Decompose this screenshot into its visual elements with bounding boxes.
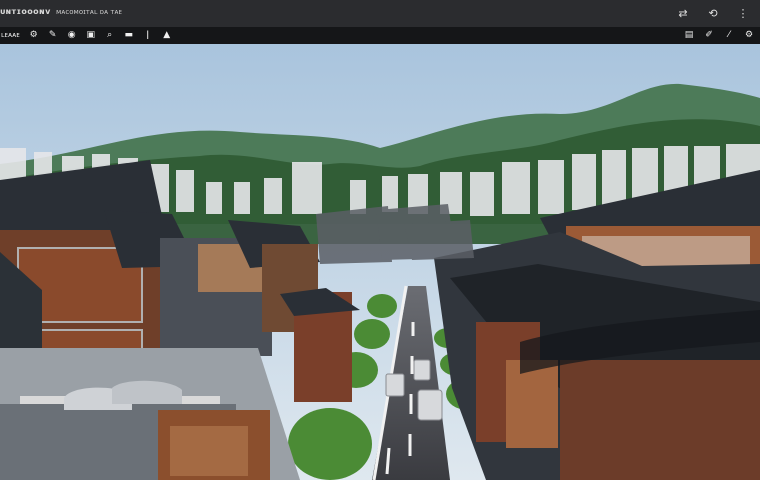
right-tool-group: ▤ ✐ ⁄ ⚙ <box>684 29 754 41</box>
eye-icon[interactable]: ◉ <box>67 29 77 41</box>
title-bar: ᴜɴᴛɪᴏᴏᴏɴᴠ ᴍᴀᴄᴏᴍᴏɪᴛᴀʟ ᴅᴀ ᴛᴀᴇ ⇄ ⟲ ⋮ <box>0 0 760 27</box>
toolbar-label: ʟᴇᴀᴀᴇ <box>1 31 20 39</box>
foreground-roofs <box>0 348 300 480</box>
image-viewport[interactable] <box>0 44 760 480</box>
layer-icon[interactable]: ▬ <box>124 29 134 41</box>
image-icon[interactable]: ▣ <box>86 29 96 41</box>
pipe-icon[interactable]: ǀ <box>143 29 153 41</box>
fit-icon[interactable]: ⟲ <box>706 6 720 20</box>
window-title: ᴜɴᴛɪᴏᴏᴏɴᴠ <box>0 7 51 16</box>
pen-icon[interactable]: ✎ <box>48 29 58 41</box>
left-tool-group: ʟᴇᴀᴀᴇ ⚙ ✎ ◉ ▣ ⌕ ▬ ǀ ▲ <box>0 29 172 41</box>
main-toolbar: ʟᴇᴀᴀᴇ ⚙ ✎ ◉ ▣ ⌕ ▬ ǀ ▲ ▤ ✐ ⁄ ⚙ <box>0 27 760 44</box>
tip-icon[interactable]: ⁄ <box>724 29 734 41</box>
app-window: ᴜɴᴛɪᴏᴏᴏɴᴠ ᴍᴀᴄᴏᴍᴏɪᴛᴀʟ ᴅᴀ ᴛᴀᴇ ⇄ ⟲ ⋮ ʟᴇᴀᴀᴇ … <box>0 0 760 480</box>
triangle-icon[interactable]: ▲ <box>162 29 172 41</box>
grid-icon[interactable]: ▤ <box>684 29 694 41</box>
brush-icon[interactable]: ✐ <box>704 29 714 41</box>
gear-icon[interactable]: ⚙ <box>29 29 39 41</box>
search-icon[interactable]: ⌕ <box>105 29 115 41</box>
city-illustration <box>0 44 760 480</box>
window-subtitle: ᴍᴀᴄᴏᴍᴏɪᴛᴀʟ ᴅᴀ ᴛᴀᴇ <box>56 8 122 16</box>
window-controls: ⇄ ⟲ ⋮ <box>676 6 750 20</box>
more-icon[interactable]: ⋮ <box>736 6 750 20</box>
swap-icon[interactable]: ⇄ <box>676 6 690 20</box>
settings-icon[interactable]: ⚙ <box>744 29 754 41</box>
